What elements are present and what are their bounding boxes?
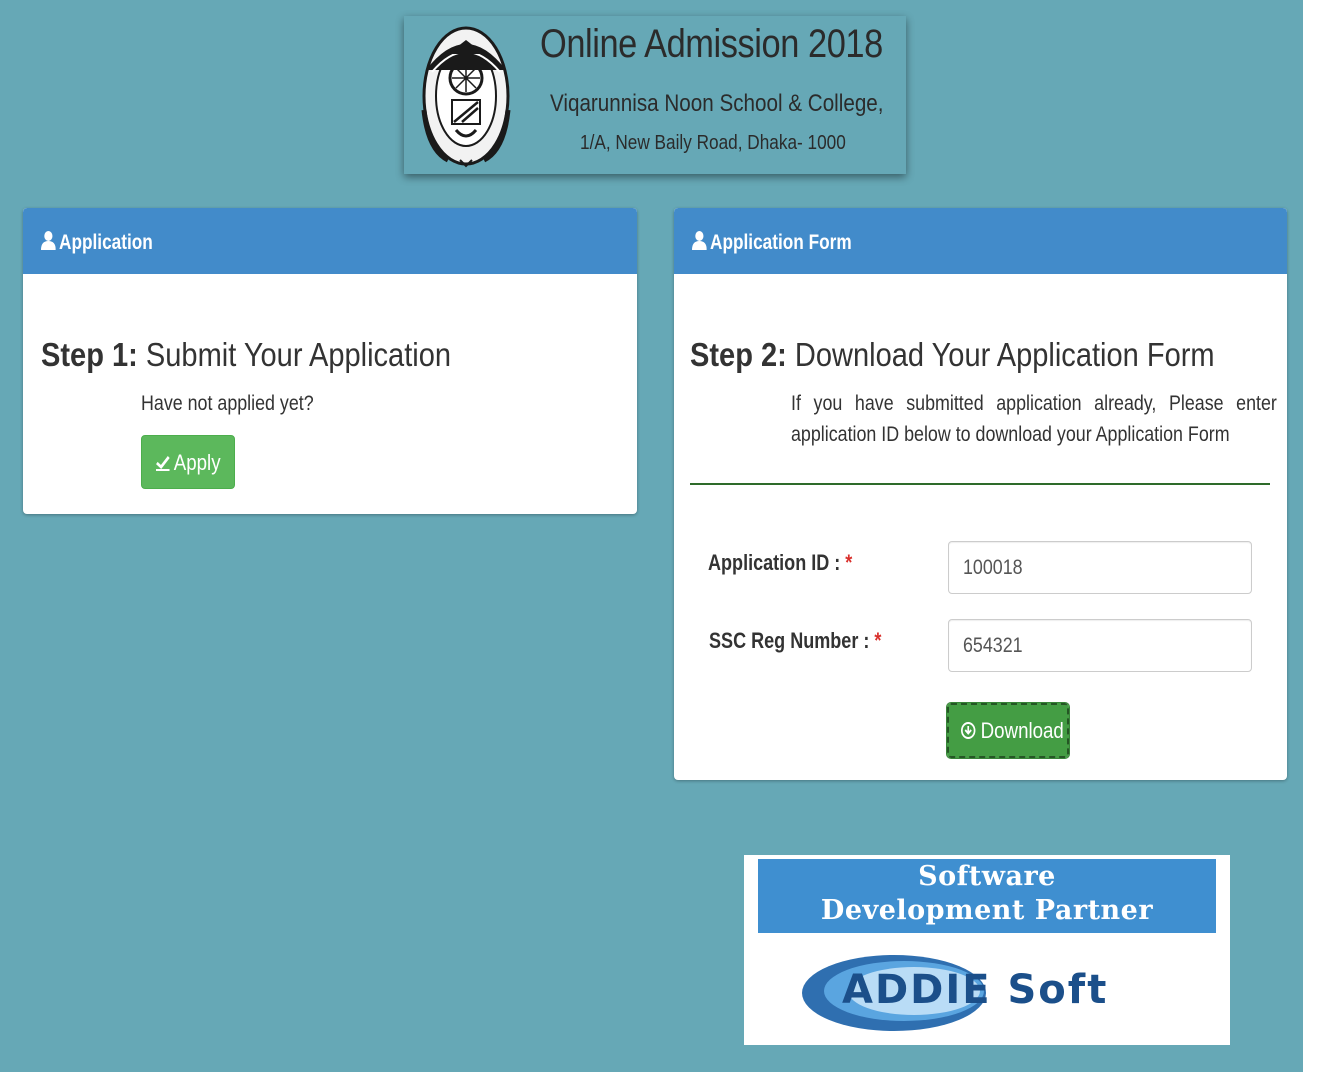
download-circle-icon (961, 722, 976, 739)
ssc-reg-number-label: SSC Reg Number : * (709, 628, 882, 653)
not-applied-prompt: Have not applied yet? (141, 392, 314, 415)
application-form-panel-title: Application Form (710, 231, 852, 254)
check-icon (156, 455, 170, 471)
partner-heading-line-2: Development Partner (820, 895, 1154, 926)
step-1-heading: Step 1: Submit Your Application (41, 336, 451, 374)
step-2-label: Step 2: (690, 336, 787, 373)
application-id-value: 100018 (963, 556, 1023, 579)
step-1-text: Submit Your Application (145, 336, 452, 373)
form-divider (690, 483, 1270, 485)
partner-heading-line-1: Software (918, 861, 1056, 892)
download-instructions-line-2: application ID below to download your Ap… (791, 423, 1230, 446)
page-title: Online Admission 2018 (540, 22, 883, 66)
application-panel-header: Application (23, 208, 637, 274)
download-button[interactable]: Download (946, 702, 1070, 759)
application-id-label: Application ID : * (708, 550, 853, 575)
addie-soft-logo-text: ADDIE Soft (842, 967, 1108, 1013)
step-2-text: Download Your Application Form (794, 336, 1215, 373)
apply-button[interactable]: Apply (141, 435, 235, 489)
application-form-panel: Application Form Step 2: Download Your A… (674, 208, 1287, 780)
user-icon (41, 231, 56, 250)
ssc-reg-number-input[interactable]: 654321 (948, 619, 1252, 672)
download-instructions-line-1: If you have submitted application alread… (791, 392, 1277, 415)
apply-button-label: Apply (173, 450, 221, 475)
addie-soft-logo: ADDIE Soft (802, 955, 1108, 1031)
application-form-panel-header: Application Form (674, 208, 1287, 274)
download-button-label: Download (980, 718, 1064, 743)
required-marker: * (845, 550, 853, 575)
software-partner-banner: Software Development Partner ADDIE Soft (744, 855, 1230, 1045)
application-panel-title: Application (59, 231, 153, 254)
school-address: 1/A, New Baily Road, Dhaka- 1000 (580, 132, 846, 154)
user-icon (692, 231, 707, 250)
step-2-heading: Step 2: Download Your Application Form (690, 336, 1215, 374)
step-1-label: Step 1: (41, 336, 138, 373)
required-marker: * (874, 628, 882, 653)
school-logo (421, 26, 511, 168)
site-header: Online Admission 2018 Viqarunnisa Noon S… (404, 16, 906, 174)
application-panel: Application Step 1: Submit Your Applicat… (23, 208, 637, 514)
ssc-reg-number-value: 654321 (963, 634, 1023, 657)
application-id-input[interactable]: 100018 (948, 541, 1252, 594)
school-name: Viqarunnisa Noon School & College, (550, 90, 884, 117)
partner-heading-band: Software Development Partner (758, 859, 1216, 933)
